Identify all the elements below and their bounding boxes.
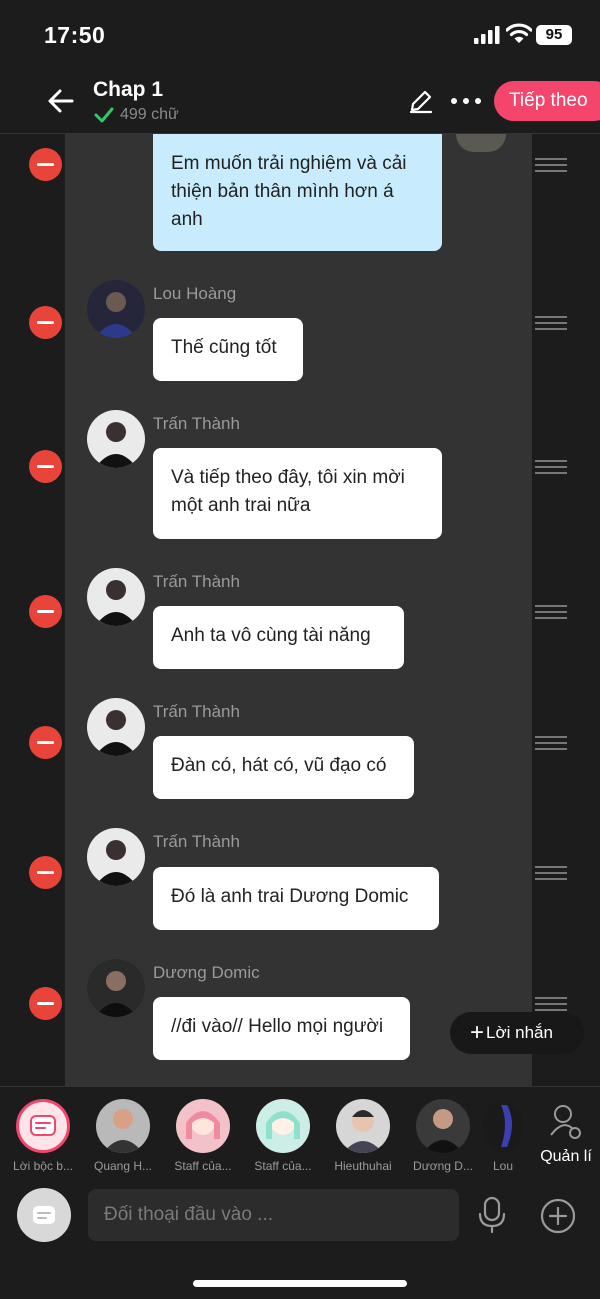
wifi-icon [506, 23, 532, 43]
status-time: 17:50 [44, 22, 106, 48]
avatar [483, 1099, 523, 1153]
editor-header: Chap 1 499 chữ Tiếp theo [0, 70, 600, 134]
avatar [256, 1099, 310, 1153]
remove-message-button[interactable] [29, 148, 62, 181]
check-icon [94, 107, 114, 123]
avatar [87, 698, 145, 756]
character-item[interactable]: Staff của... [165, 1099, 241, 1173]
word-count: 499 chữ [120, 106, 179, 123]
message-bubble[interactable]: Em muốn trải nghiệm và cải thiện bản thâ… [153, 134, 442, 251]
narration-avatar [16, 1099, 70, 1153]
status-bar: 17:50 95 [0, 0, 600, 70]
character-label: Hieuthuhai [334, 1159, 392, 1173]
remove-message-button[interactable] [29, 450, 62, 483]
add-message-button[interactable]: + Lời nhắn [450, 1012, 584, 1054]
message-bubble[interactable]: Anh ta vô cùng tài năng [153, 606, 404, 669]
drag-handle-icon[interactable] [535, 460, 567, 474]
word-count-row: 499 chữ [94, 106, 179, 124]
drag-handle-icon[interactable] [535, 866, 567, 880]
character-item[interactable]: Dương D... [405, 1099, 481, 1173]
narration-toggle-button[interactable] [17, 1188, 71, 1242]
avatar [87, 568, 145, 626]
character-narration[interactable]: Lời bộc b... [5, 1099, 81, 1173]
character-label: Dương D... [413, 1159, 473, 1173]
plus-icon: + [470, 1019, 485, 1046]
message-bubble[interactable]: Đó là anh trai Dương Domic [153, 867, 439, 930]
character-bar[interactable]: Lời bộc b... Quang H... Staff của... Sta… [0, 1086, 600, 1180]
avatar [416, 1099, 470, 1153]
character-item[interactable]: Hieuthuhai [325, 1099, 401, 1173]
sender-name: Trấn Thành [153, 832, 240, 851]
message-bubble[interactable]: Và tiếp theo đây, tôi xin mời một anh tr… [153, 448, 442, 539]
microphone-icon[interactable] [476, 1196, 508, 1234]
character-item[interactable]: Quang H... [85, 1099, 161, 1173]
sender-name: Trấn Thành [153, 572, 240, 591]
character-label: Lou [492, 1159, 514, 1173]
chat-bubble-icon [30, 1115, 56, 1136]
message-bubble[interactable]: //đi vào// Hello mọi người [153, 997, 410, 1060]
character-label: Staff của... [254, 1159, 312, 1173]
avatar [87, 410, 145, 468]
avatar [87, 959, 145, 1017]
drag-handle-icon[interactable] [535, 997, 567, 1011]
avatar [87, 280, 145, 338]
cellular-signal-icon [474, 26, 500, 44]
manage-label: Quản lí [540, 1148, 592, 1165]
sender-name: Dương Domic [153, 963, 260, 982]
message-bubble[interactable]: Đàn có, hát có, vũ đạo có [153, 736, 414, 799]
composer [0, 1180, 600, 1299]
add-message-label: Lời nhắn [486, 1023, 553, 1042]
remove-message-button[interactable] [29, 856, 62, 889]
message-feed[interactable]: Em muốn trải nghiệm và cải thiện bản thâ… [0, 134, 600, 1086]
next-button[interactable]: Tiếp theo [494, 81, 600, 121]
character-label: Staff của... [174, 1159, 232, 1173]
character-item[interactable]: Lou [478, 1099, 528, 1173]
sender-name: Trấn Thành [153, 702, 240, 721]
back-arrow-icon[interactable] [44, 84, 78, 118]
user-settings-icon [550, 1105, 581, 1139]
drag-handle-icon[interactable] [535, 736, 567, 750]
chapter-title: Chap 1 [93, 78, 164, 101]
dialogue-input[interactable] [88, 1189, 459, 1241]
avatar [176, 1099, 230, 1153]
drag-handle-icon[interactable] [535, 605, 567, 619]
avatar [87, 828, 145, 886]
remove-message-button[interactable] [29, 726, 62, 759]
avatar [96, 1099, 150, 1153]
remove-message-button[interactable] [29, 987, 62, 1020]
message-bubble[interactable]: Thế cũng tốt [153, 318, 303, 381]
add-circle-icon[interactable] [540, 1198, 576, 1234]
chat-bubble-icon [33, 1206, 55, 1224]
drag-handle-icon[interactable] [535, 316, 567, 330]
pencil-icon[interactable] [408, 88, 434, 114]
character-item[interactable]: Staff của... [245, 1099, 321, 1173]
home-indicator [193, 1280, 407, 1287]
drag-handle-icon[interactable] [535, 158, 567, 172]
remove-message-button[interactable] [29, 306, 62, 339]
remove-message-button[interactable] [29, 595, 62, 628]
character-label: Lời bộc b... [13, 1159, 73, 1173]
avatar [336, 1099, 390, 1153]
sender-name: Trấn Thành [153, 414, 240, 433]
manage-characters-button[interactable]: Quản lí [536, 1103, 596, 1166]
character-label: Quang H... [93, 1159, 153, 1173]
more-options-icon[interactable] [449, 88, 483, 114]
battery-indicator: 95 [536, 25, 572, 45]
sender-name: Lou Hoàng [153, 284, 237, 303]
